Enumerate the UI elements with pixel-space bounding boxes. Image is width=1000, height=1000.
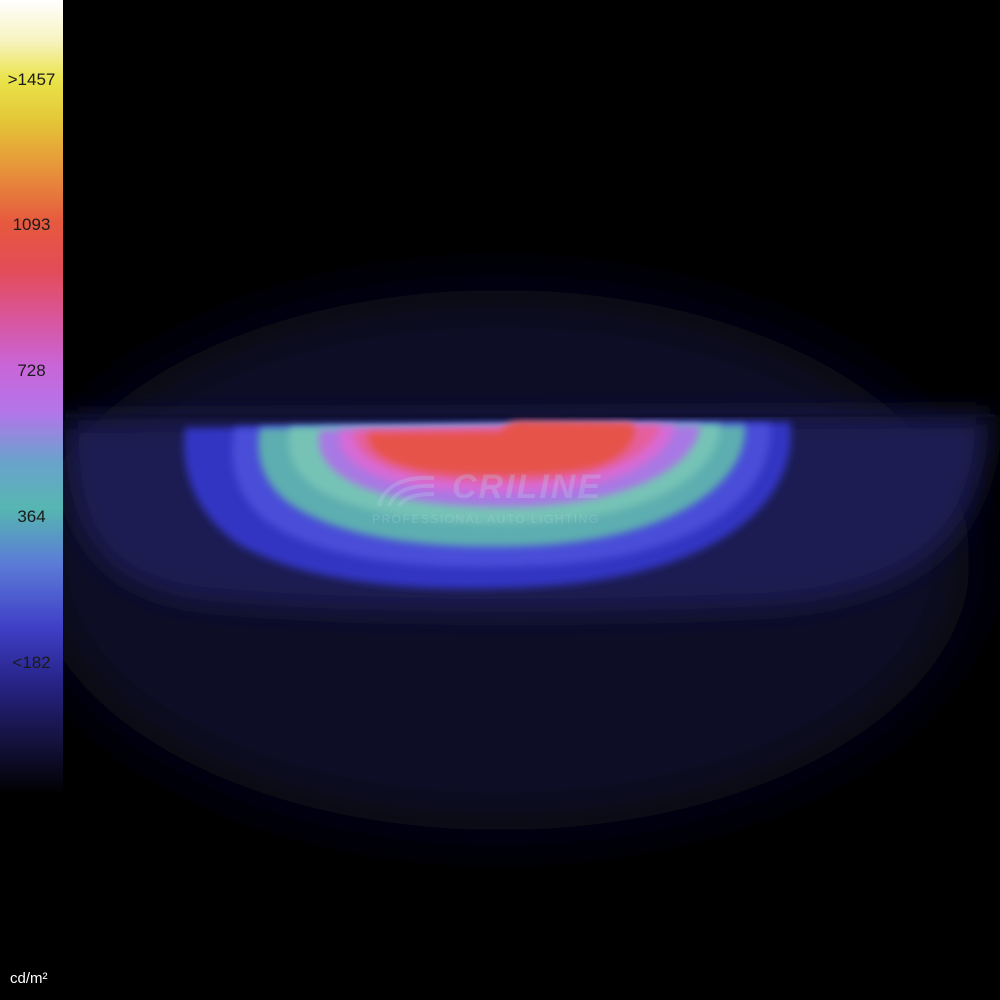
cutoff-edge [65, 414, 995, 417]
scale-label-364: 364 [17, 507, 46, 526]
watermark-brand: CRILINE [452, 468, 602, 506]
scale-label-max: >1457 [7, 70, 56, 89]
color-scale-bar: >1457 1093 728 364 <182 [0, 0, 63, 795]
watermark-tagline: PROFESSIONAL AUTO LIGHTING [372, 512, 600, 526]
unit-label: cd/m² [10, 970, 48, 987]
scale-label-min: <182 [12, 653, 51, 672]
scale-label-728: 728 [17, 361, 46, 380]
scale-label-1093: 1093 [12, 215, 51, 234]
luminance-image: CRILINE PROFESSIONAL AUTO LIGHTING [0, 0, 1000, 1000]
brand-logo-icon [377, 475, 435, 508]
